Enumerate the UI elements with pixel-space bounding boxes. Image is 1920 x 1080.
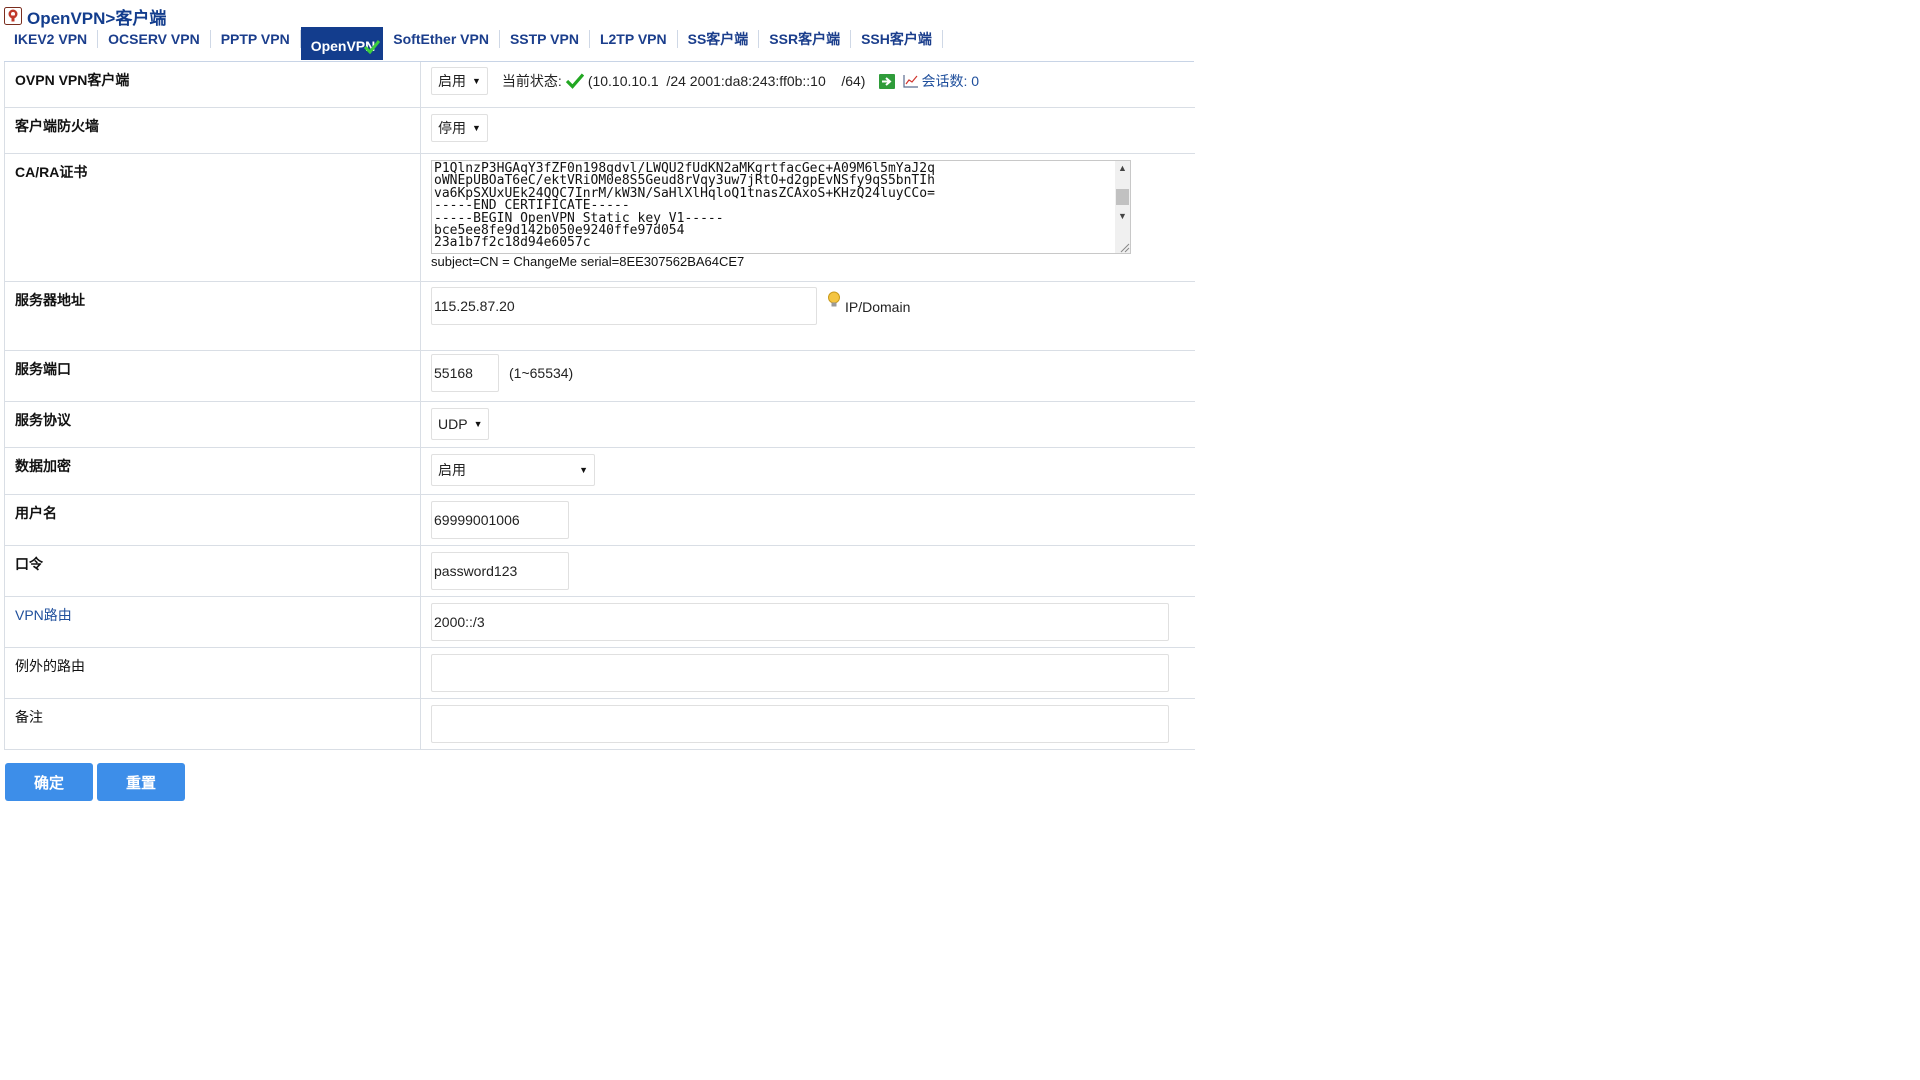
ca-cert-label: CA/RA证书 [5, 154, 421, 281]
status-label: 当前状态: [501, 73, 562, 89]
dropdown-arrow-icon: ▼ [472, 76, 481, 86]
ca-cert-textarea[interactable]: P1QlnzP3HGAqY3fZF0n198qdvl/LWQU2fUdKN2aM… [431, 160, 1131, 254]
vpn-route-label[interactable]: VPN路由 [5, 597, 421, 647]
status-address: (10.10.10.1 /24 2001:da8:243:ff0b::10 /6… [587, 73, 866, 89]
page-root: OpenVPN>客户端 IKEV2 VPN OCSERV VPN PPTP VP… [0, 0, 1920, 1080]
protocol-select-value: UDP [438, 416, 468, 432]
tab-softether-vpn[interactable]: SoftEther VPN [383, 30, 500, 48]
session-count-link[interactable]: 会话数: 0 [903, 71, 979, 91]
dropdown-arrow-icon: ▼ [579, 465, 588, 475]
scroll-up-icon[interactable]: ▲ [1115, 161, 1130, 175]
server-addr-hint: IP/Domain [845, 299, 911, 315]
encryption-label: 数据加密 [5, 448, 421, 494]
encryption-select[interactable]: 启用 ▼ [431, 454, 595, 486]
form-row-server-addr: 服务器地址 IP/Domain [5, 282, 1195, 351]
form-row-except-route: 例外的路由 [5, 648, 1195, 699]
cert-subject-info: subject=CN = ChangeMe serial=8EE307562BA… [431, 254, 745, 269]
client-config-form: OVPN VPN客户端 启用 ▼ 当前状态: (10.10.10.1 /24 2… [4, 62, 1195, 750]
vpn-tabs: IKEV2 VPN OCSERV VPN PPTP VPN OpenVPN So… [4, 27, 1194, 62]
firewall-label: 客户端防火墙 [5, 108, 421, 153]
username-label: 用户名 [5, 495, 421, 545]
remark-input[interactable] [431, 705, 1169, 743]
encryption-select-value: 启用 [438, 462, 466, 478]
ca-cert-textarea-wrap: P1QlnzP3HGAqY3fZF0n198qdvl/LWQU2fUdKN2aM… [431, 160, 1131, 254]
password-label: 口令 [5, 546, 421, 596]
form-row-remark: 备注 [5, 699, 1195, 750]
vpn-route-input[interactable] [431, 603, 1169, 641]
tab-ikev2-vpn[interactable]: IKEV2 VPN [4, 30, 99, 48]
ovpn-client-select[interactable]: 启用 ▼ [431, 67, 488, 95]
tab-pptp-vpn[interactable]: PPTP VPN [211, 30, 301, 48]
form-row-firewall: 客户端防火墙 停用 ▼ [5, 108, 1195, 154]
except-route-label: 例外的路由 [5, 648, 421, 698]
server-port-input[interactable] [431, 353, 499, 392]
chart-icon [903, 74, 919, 88]
form-row-protocol: 服务协议 UDP ▼ [5, 402, 1195, 448]
firewall-select-value: 停用 [438, 120, 466, 136]
status-ok-check-icon [565, 73, 584, 89]
tab-openvpn[interactable]: OpenVPN [300, 27, 384, 60]
form-row-encryption: 数据加密 启用 ▼ [5, 448, 1195, 495]
dropdown-arrow-icon: ▼ [473, 419, 483, 429]
confirm-button[interactable]: 确定 [5, 763, 93, 801]
form-row-server-port: 服务端口 (1~65534) [5, 351, 1195, 402]
tab-ssr-client[interactable]: SSR客户端 [759, 30, 852, 48]
dropdown-arrow-icon: ▼ [472, 123, 481, 133]
protocol-label: 服务协议 [5, 402, 421, 447]
except-route-input[interactable] [431, 654, 1169, 692]
page-header: OpenVPN>客户端 [4, 5, 167, 28]
form-row-password: 口令 [5, 546, 1195, 597]
reset-button[interactable]: 重置 [97, 763, 185, 801]
tab-l2tp-vpn[interactable]: L2TP VPN [590, 30, 678, 48]
resize-grip-icon[interactable] [1116, 239, 1130, 253]
server-addr-label: 服务器地址 [5, 282, 421, 350]
username-input[interactable] [431, 501, 569, 539]
firewall-select[interactable]: 停用 ▼ [431, 114, 488, 142]
password-input[interactable] [431, 552, 569, 590]
form-row-ca-cert: CA/RA证书 P1QlnzP3HGAqY3fZF0n198qdvl/LWQU2… [5, 154, 1195, 282]
page-title: OpenVPN>客户端 [27, 8, 167, 28]
cert-scrollbar[interactable]: ▲ ▼ [1115, 161, 1130, 253]
scroll-thumb[interactable] [1116, 189, 1129, 205]
tab-ss-client[interactable]: SS客户端 [678, 30, 760, 48]
lightbulb-icon [827, 291, 841, 309]
form-row-username: 用户名 [5, 495, 1195, 546]
connect-icon[interactable] [879, 73, 896, 89]
openvpn-logo-icon [4, 7, 22, 25]
server-port-label: 服务端口 [5, 351, 421, 401]
protocol-select[interactable]: UDP ▼ [431, 408, 490, 440]
ovpn-client-label: OVPN VPN客户端 [5, 62, 421, 107]
form-row-ovpn-client: OVPN VPN客户端 启用 ▼ 当前状态: (10.10.10.1 /24 2… [5, 62, 1195, 108]
session-count: 会话数: 0 [921, 73, 980, 89]
scroll-down-icon[interactable]: ▼ [1115, 209, 1130, 223]
tab-ssh-client[interactable]: SSH客户端 [851, 30, 943, 48]
tab-ocserv-vpn[interactable]: OCSERV VPN [98, 30, 211, 48]
form-row-vpn-route: VPN路由 [5, 597, 1195, 648]
tab-sstp-vpn[interactable]: SSTP VPN [500, 30, 590, 48]
remark-label: 备注 [5, 699, 421, 749]
ovpn-client-select-value: 启用 [438, 73, 466, 89]
server-port-hint: (1~65534) [509, 364, 574, 381]
server-addr-input[interactable] [431, 287, 817, 325]
